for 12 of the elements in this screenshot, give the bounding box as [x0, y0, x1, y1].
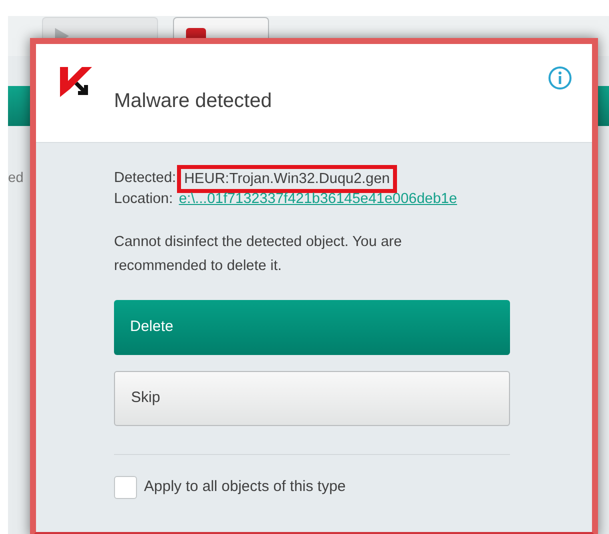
dialog-title: Malware detected [114, 89, 272, 114]
status-text: ed [8, 170, 24, 184]
info-icon[interactable] [548, 66, 572, 90]
detected-label: Detected: [114, 169, 176, 188]
location-label: Location: [114, 190, 173, 210]
checkbox[interactable] [114, 476, 137, 499]
message-text: Cannot disinfect the detected object. You are recommended to delete it. [114, 233, 403, 276]
checkbox-label: Apply to all objects of this type [144, 477, 346, 498]
logo-icon [60, 67, 92, 99]
skip-button[interactable]: Skip [114, 371, 510, 426]
threat-name: HEUR:Trojan.Win32.Duqu2.gen [177, 165, 397, 193]
delete-button[interactable]: Delete [114, 300, 510, 355]
